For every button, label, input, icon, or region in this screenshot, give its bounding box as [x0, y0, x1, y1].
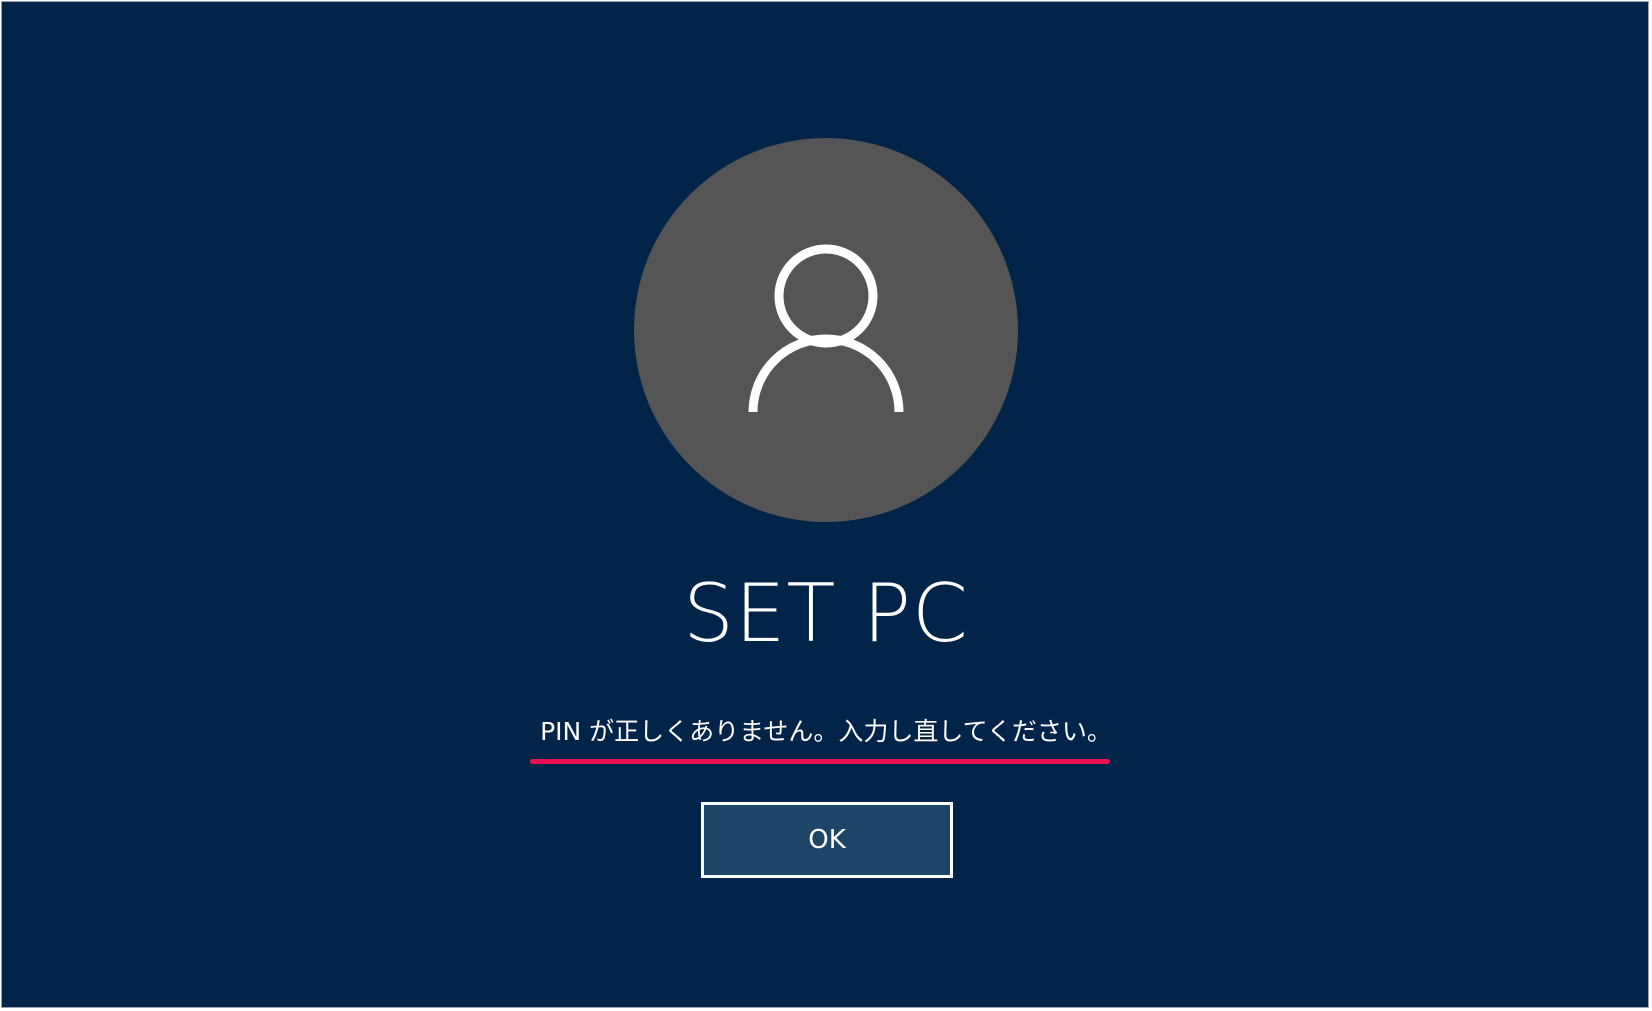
ok-button[interactable]: OK: [701, 802, 953, 878]
lock-screen: SET PC PIN が正しくありません。入力し直してください。 OK: [1, 1, 1649, 1008]
error-highlight-underline: [530, 759, 1110, 764]
user-name: SET PC: [683, 567, 969, 660]
error-message: PIN が正しくありません。入力し直してください。: [540, 717, 1112, 746]
user-icon: [748, 244, 904, 413]
user-avatar: [634, 138, 1018, 522]
